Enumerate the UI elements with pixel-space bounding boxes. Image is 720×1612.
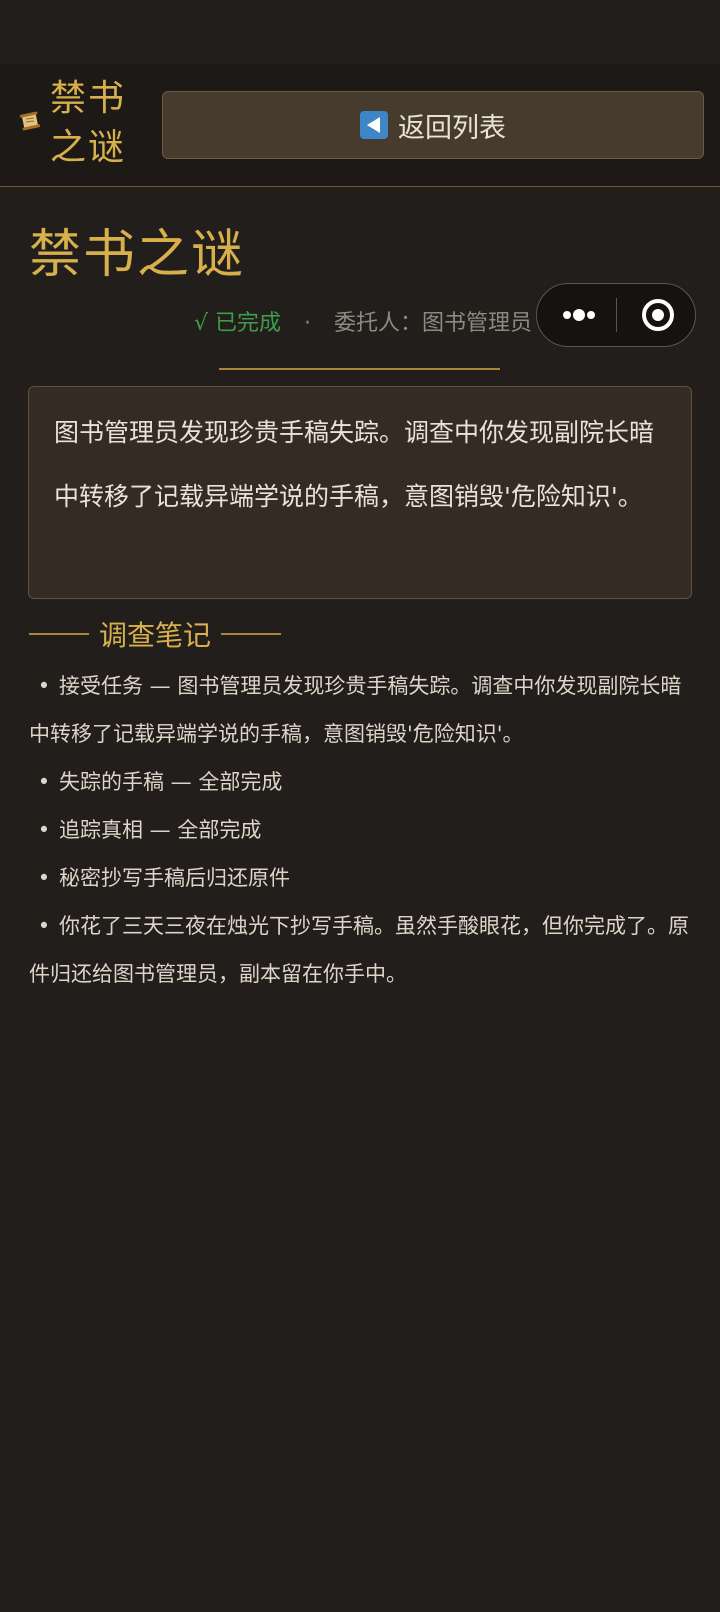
list-item: • 接受任务 — 图书管理员发现珍贵手稿失踪。调查中你发现副院长暗中转移了记载异端…: [29, 662, 689, 758]
bullet-icon: •: [37, 818, 51, 842]
quest-title: 禁书之谜: [29, 225, 246, 285]
meta-separator: ·: [303, 311, 311, 336]
heading-line-right: [221, 633, 282, 635]
miniprogram-capsule: [536, 283, 696, 347]
note-text: 接受任务 — 图书管理员发现珍贵手稿失踪。调查中你发现副院长暗中转移了记载异端学…: [29, 674, 682, 746]
bullet-icon: •: [37, 914, 51, 938]
quest-client: 委托人：图书管理员: [333, 311, 532, 336]
bullet-icon: •: [37, 674, 51, 698]
status-badge: √ 已完成: [193, 311, 281, 336]
app-title: 禁书之谜: [50, 78, 127, 168]
capsule-divider: [616, 298, 617, 332]
back-to-list-button[interactable]: 返回列表: [162, 91, 704, 159]
back-arrow-icon: [360, 111, 388, 139]
more-dots-icon[interactable]: [555, 284, 615, 346]
top-bar: 禁书之谜 返回列表: [0, 64, 720, 187]
back-button-label: 返回列表: [398, 112, 506, 144]
record-circle-icon[interactable]: [633, 284, 683, 346]
quest-description: 图书管理员发现珍贵手稿失踪。调查中你发现副院长暗中转移了记载异端学说的手稿，意图…: [28, 386, 692, 599]
notes-heading-label: 调查笔记: [99, 619, 212, 652]
quest-meta: √ 已完成 · 委托人：图书管理员: [0, 306, 532, 342]
title-divider: [219, 368, 500, 370]
heading-line-left: [29, 633, 89, 635]
note-text: 秘密抄写手稿后归还原件: [59, 866, 290, 890]
list-item: • 秘密抄写手稿后归还原件: [29, 854, 689, 902]
list-item: • 追踪真相 — 全部完成: [29, 806, 689, 854]
note-text: 追踪真相 — 全部完成: [59, 818, 262, 842]
bullet-icon: •: [37, 866, 51, 890]
list-item: • 你花了三天三夜在烛光下抄写手稿。虽然手酸眼花，但你完成了。原件归还给图书管理员…: [29, 902, 689, 998]
notes-list: • 接受任务 — 图书管理员发现珍贵手稿失踪。调查中你发现副院长暗中转移了记载异端…: [29, 662, 689, 998]
list-item: • 失踪的手稿 — 全部完成: [29, 758, 689, 806]
notes-heading: 调查笔记: [29, 612, 282, 656]
scroll-icon: [19, 111, 41, 131]
status-bar: [0, 0, 720, 64]
note-text: 你花了三天三夜在烛光下抄写手稿。虽然手酸眼花，但你完成了。原件归还给图书管理员，…: [29, 914, 689, 986]
note-text: 失踪的手稿 — 全部完成: [59, 770, 283, 794]
bullet-icon: •: [37, 770, 51, 794]
